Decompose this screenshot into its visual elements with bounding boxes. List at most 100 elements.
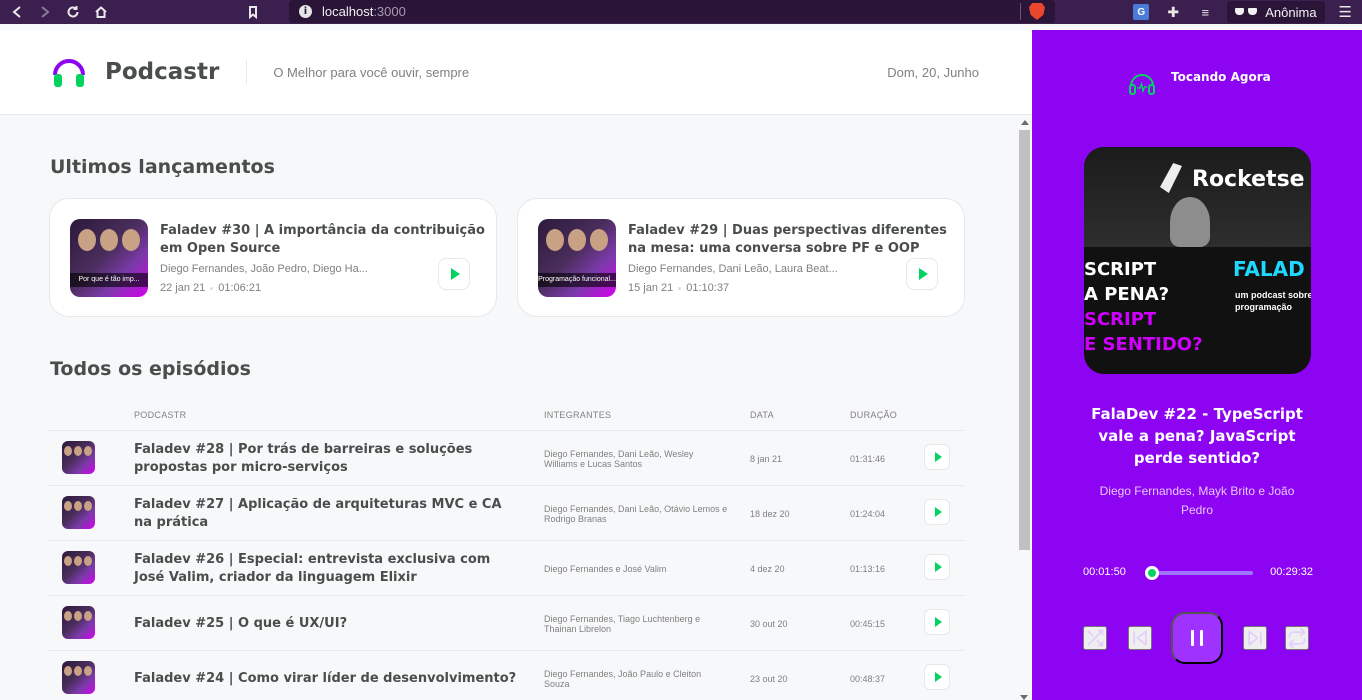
- episode-date: 22 jan 21: [160, 282, 206, 294]
- episodes-table: Podcastr Integrantes Data Duração Falade…: [49, 404, 964, 700]
- table-row[interactable]: Faladev #25 | O que é UX/UI? Diego Fernan…: [49, 596, 964, 651]
- shuffle-button[interactable]: [1083, 626, 1107, 650]
- reload-button[interactable]: [62, 1, 84, 23]
- episode-title-link[interactable]: Faladev #26 | Especial: entrevista exclu…: [134, 541, 519, 596]
- episode-thumbnail[interactable]: [62, 661, 95, 694]
- table-header: Podcastr Integrantes Data Duração: [49, 404, 964, 431]
- brand-name: Podcastr: [105, 59, 220, 85]
- progress-handle[interactable]: [1144, 566, 1159, 580]
- bookmark-button[interactable]: [242, 1, 264, 23]
- cover-show-title: FALAD: [1233, 257, 1305, 281]
- pause-button[interactable]: [1171, 612, 1223, 664]
- repeat-button[interactable]: [1285, 626, 1309, 650]
- latest-episode-card[interactable]: Por que é tão imp... Faladev #30 | A imp…: [49, 198, 497, 317]
- meta-separator: [210, 286, 214, 290]
- cover-text-line: SCRIPT: [1084, 259, 1157, 280]
- scrollbar-thumb[interactable]: [1019, 130, 1030, 550]
- back-icon: [12, 6, 21, 18]
- thumbnail-caption: Programação funcional...: [538, 273, 616, 287]
- episode-date: 15 jan 21: [628, 282, 674, 294]
- play-episode-button[interactable]: [924, 499, 950, 525]
- cover-text-line: E SENTIDO?: [1084, 334, 1203, 355]
- address-bar[interactable]: i localhost:3000: [289, 0, 1055, 23]
- episode-title-link[interactable]: Faladev #25 | O que é UX/UI?: [134, 596, 519, 651]
- scroll-up-arrow-icon[interactable]: [1020, 120, 1029, 125]
- extensions-puzzle-icon[interactable]: ✚: [1165, 4, 1181, 20]
- episode-duration: 01:24:04: [850, 508, 886, 519]
- main-scrollbar[interactable]: [1019, 120, 1030, 700]
- play-episode-button[interactable]: [438, 258, 470, 290]
- episode-thumbnail[interactable]: Por que é tão imp...: [70, 219, 148, 297]
- play-episode-button[interactable]: [906, 258, 938, 290]
- play-episode-button[interactable]: [924, 664, 950, 690]
- private-profile-button[interactable]: Anônima: [1227, 1, 1325, 23]
- skip-forward-icon: [1248, 630, 1262, 646]
- column-header-members: Integrantes: [544, 410, 612, 420]
- pause-icon: [1191, 630, 1194, 646]
- bookmark-icon: [249, 6, 257, 19]
- table-row[interactable]: Faladev #27 | Aplicação de arquiteturas …: [49, 486, 964, 541]
- episode-thumbnail[interactable]: [62, 496, 95, 529]
- episode-members: Diego Fernandes, Dani Leão, Otávio Lemos…: [544, 503, 728, 524]
- playing-episode-members: Diego Fernandes, Mayk Brito e João Pedro: [1099, 484, 1295, 517]
- thumbnail-caption: Por que é tão imp...: [70, 273, 148, 287]
- play-episode-button[interactable]: [924, 609, 950, 635]
- app-header: Podcastr O Melhor para você ouvir, sempr…: [0, 30, 1032, 115]
- play-icon: [934, 507, 942, 517]
- site-info-icon[interactable]: i: [299, 5, 312, 18]
- tagline: O Melhor para você ouvir, sempre: [273, 64, 470, 80]
- episode-meta: 15 jan 21 01:10:37: [628, 282, 729, 294]
- episode-title-link[interactable]: Faladev #29 | Duas perspectivas diferent…: [628, 222, 953, 258]
- previous-button[interactable]: [1128, 626, 1152, 650]
- episode-members: Diego Fernandes, João Paulo e Cleiton So…: [544, 668, 702, 689]
- now-playing-label: Tocando Agora: [1171, 70, 1271, 84]
- episode-date: 23 out 20: [750, 673, 788, 684]
- episode-thumbnail[interactable]: [62, 551, 95, 584]
- episode-date: 4 dez 20: [750, 563, 785, 574]
- cover-text-line: A PENA?: [1084, 284, 1170, 305]
- playlist-icon[interactable]: ≡: [1197, 4, 1213, 20]
- total-time: 00:29:32: [1270, 566, 1313, 578]
- forward-button[interactable]: [34, 1, 56, 23]
- column-header-podcast: Podcastr: [134, 410, 187, 420]
- episode-title-link[interactable]: Faladev #24 | Como virar líder de desenv…: [134, 651, 519, 700]
- progress-slider[interactable]: [1144, 566, 1253, 580]
- episode-duration: 01:06:21: [218, 282, 262, 294]
- episode-title-link[interactable]: Faladev #30 | A importância da contribui…: [160, 222, 485, 258]
- episode-members: Diego Fernandes, Tiago Luchtenberg e Tha…: [544, 613, 701, 634]
- translate-icon[interactable]: G: [1133, 4, 1150, 20]
- home-button[interactable]: [90, 1, 112, 23]
- latest-episode-card[interactable]: Programação funcional... Faladev #29 | D…: [517, 198, 965, 317]
- logo[interactable]: Podcastr: [50, 53, 219, 91]
- table-row[interactable]: Faladev #28 | Por trás de barreiras e so…: [49, 431, 964, 486]
- play-episode-button[interactable]: [924, 444, 950, 470]
- current-time: 00:01:50: [1083, 566, 1126, 578]
- episode-duration: 01:31:46: [850, 453, 886, 464]
- play-icon: [934, 562, 942, 572]
- headphones-icon: [1129, 74, 1155, 95]
- episode-title-link[interactable]: Faladev #27 | Aplicação de arquiteturas …: [134, 486, 519, 541]
- brave-shields-icon[interactable]: [1029, 3, 1045, 20]
- episode-title-link[interactable]: Faladev #28 | Por trás de barreiras e so…: [134, 431, 519, 486]
- latest-episodes-title: Ultimos lançamentos: [50, 156, 275, 178]
- table-row[interactable]: Faladev #26 | Especial: entrevista exclu…: [49, 541, 964, 596]
- incognito-glasses-icon: [1235, 7, 1258, 17]
- episode-thumbnail[interactable]: [62, 441, 95, 474]
- main-content: Ultimos lançamentos Por que é tão imp...…: [0, 116, 1032, 700]
- play-icon: [934, 672, 942, 682]
- player-panel: Tocando Agora Rocketse SCRIPT A PENA? SC…: [1032, 30, 1362, 700]
- episode-thumbnail[interactable]: [62, 606, 95, 639]
- url-text: localhost:3000: [322, 4, 406, 19]
- table-row[interactable]: Faladev #24 | Como virar líder de desenv…: [49, 651, 964, 700]
- play-episode-button[interactable]: [924, 554, 950, 580]
- cover-text-line: SCRIPT: [1084, 309, 1157, 330]
- episode-date: 30 out 20: [750, 618, 788, 629]
- shuffle-icon: [1087, 629, 1104, 647]
- back-button[interactable]: [6, 1, 28, 23]
- next-button[interactable]: [1243, 626, 1267, 650]
- scroll-down-arrow-icon[interactable]: [1020, 695, 1028, 700]
- browser-menu-icon[interactable]: ☰: [1339, 3, 1352, 21]
- episode-members: Diego Fernandes, Dani Leão, Wesley Willi…: [544, 448, 694, 469]
- episode-thumbnail[interactable]: Programação funcional...: [538, 219, 616, 297]
- play-icon: [918, 268, 928, 280]
